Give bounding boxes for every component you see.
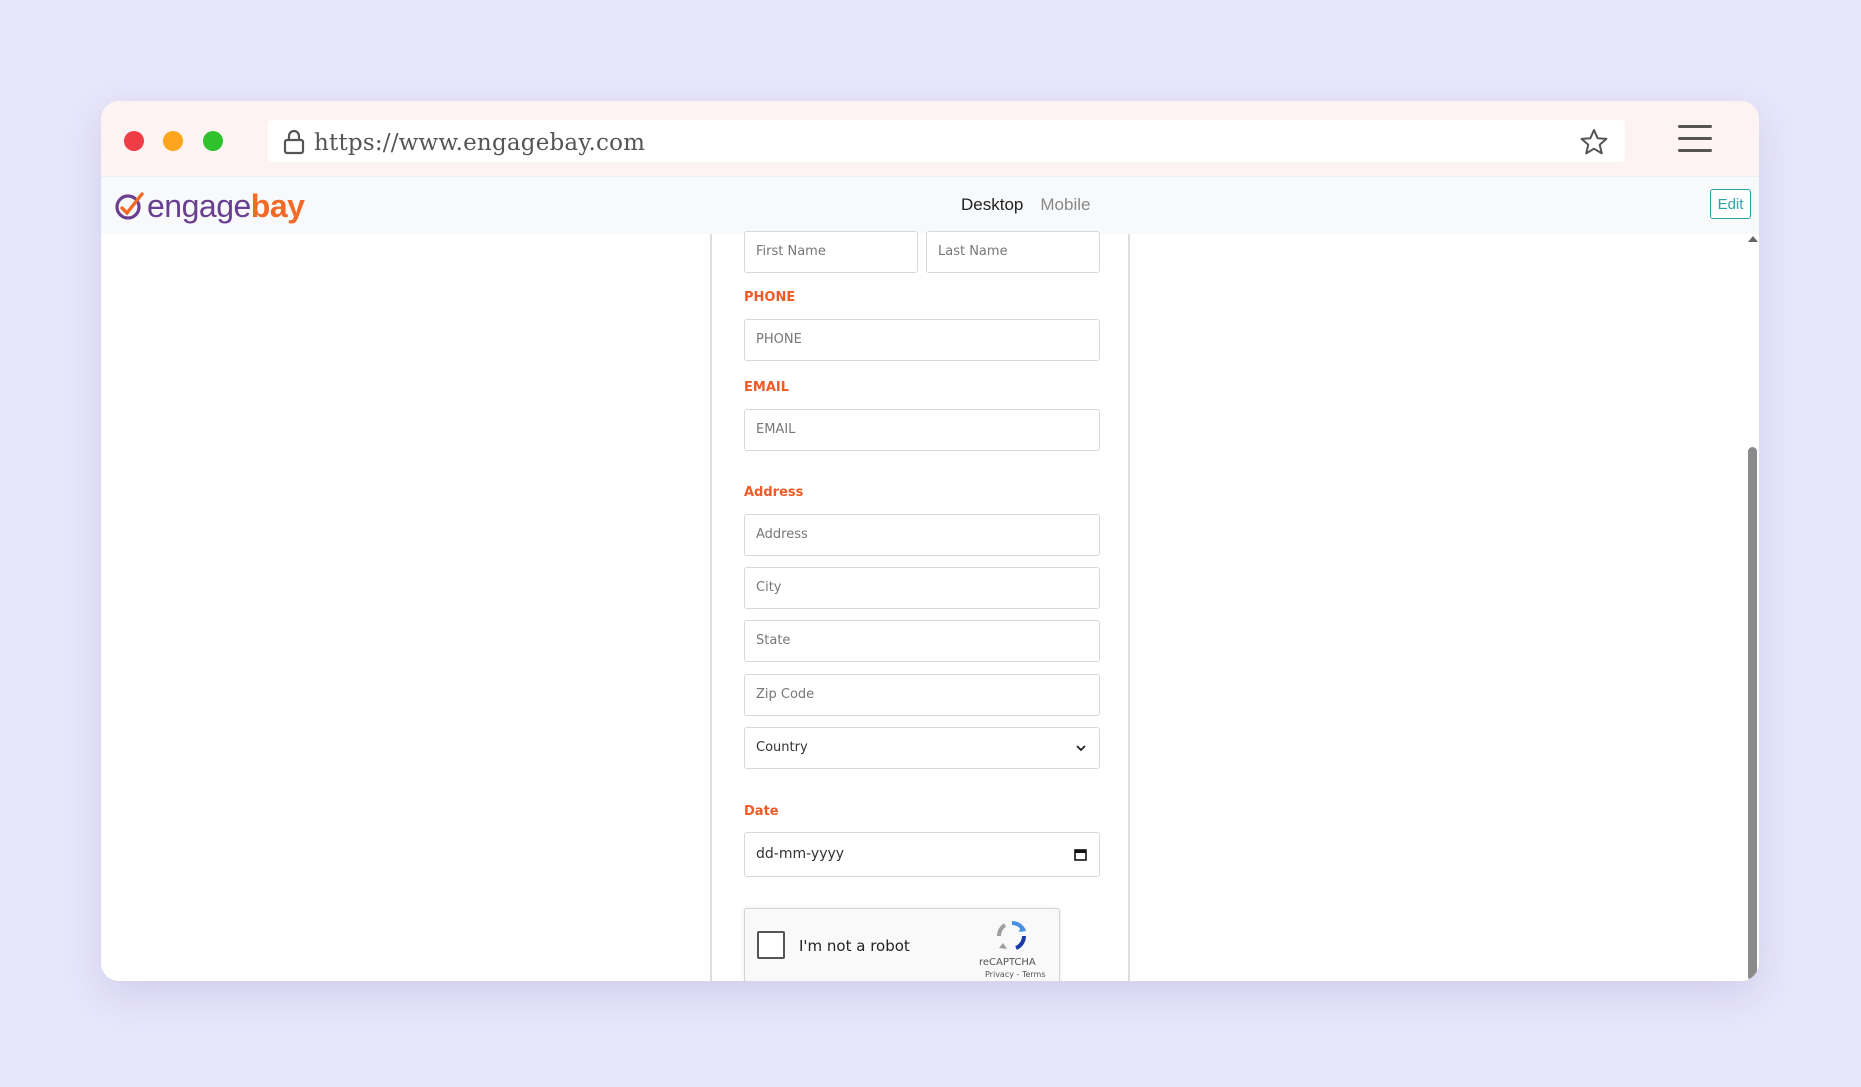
last-name-input[interactable]: Last Name xyxy=(926,231,1100,273)
view-toggle: Desktop Mobile xyxy=(961,195,1090,215)
chevron-down-icon xyxy=(1076,745,1086,752)
country-select[interactable]: Country xyxy=(744,727,1100,769)
logo-text-bay: bay xyxy=(250,187,305,224)
date-label: Date xyxy=(744,804,779,819)
scrollbar[interactable] xyxy=(1747,234,1758,981)
first-name-input[interactable]: First Name xyxy=(744,231,918,273)
star-icon[interactable] xyxy=(1579,127,1609,157)
state-input[interactable]: State xyxy=(744,620,1100,662)
recaptcha-checkbox[interactable] xyxy=(757,931,785,959)
logo-mark-icon xyxy=(115,192,144,220)
address-label: Address xyxy=(744,485,804,500)
address-input[interactable]: Address xyxy=(744,514,1100,556)
phone-label: PHONE xyxy=(744,290,796,305)
email-label: EMAIL xyxy=(744,380,789,395)
email-input[interactable]: EMAIL xyxy=(744,409,1100,451)
phone-input[interactable]: PHONE xyxy=(744,319,1100,361)
date-input-placeholder: dd-mm-yyyy xyxy=(756,846,845,862)
edit-button[interactable]: Edit xyxy=(1710,189,1751,219)
recaptcha-privacy-terms-links[interactable]: Privacy - Terms xyxy=(985,970,1046,979)
form-preview: First Name Last Name PHONE PHONE EMAIL E… xyxy=(710,231,1130,981)
address-bar[interactable]: https://www.engagebay.com xyxy=(268,120,1625,162)
tab-desktop[interactable]: Desktop xyxy=(961,195,1023,215)
browser-window: https://www.engagebay.com engage bay Desk… xyxy=(101,101,1759,981)
hamburger-menu-icon[interactable] xyxy=(1678,125,1712,153)
url-text: https://www.engagebay.com xyxy=(314,130,646,156)
minimize-window-button[interactable] xyxy=(163,131,183,151)
preview-area: First Name Last Name PHONE PHONE EMAIL E… xyxy=(101,231,1759,981)
tab-mobile[interactable]: Mobile xyxy=(1040,195,1090,215)
city-input[interactable]: City xyxy=(744,567,1100,609)
engagebay-logo: engage bay xyxy=(113,186,305,226)
maximize-window-button[interactable] xyxy=(203,131,223,151)
zip-code-input[interactable]: Zip Code xyxy=(744,674,1100,716)
browser-chrome: https://www.engagebay.com xyxy=(101,101,1759,176)
logo-text-engage: engage xyxy=(147,187,251,224)
recaptcha-label: I'm not a robot xyxy=(799,937,910,955)
date-input[interactable]: dd-mm-yyyy xyxy=(744,832,1100,877)
scrollbar-thumb[interactable] xyxy=(1748,447,1757,981)
recaptcha-icon xyxy=(996,921,1026,950)
recaptcha-brand: reCAPTCHA xyxy=(979,957,1036,968)
recaptcha-widget: I'm not a robot reCAPTCHA Privacy - Term… xyxy=(744,908,1060,981)
close-window-button[interactable] xyxy=(124,131,144,151)
editor-toolbar: engage bay Desktop Mobile Edit xyxy=(101,176,1759,235)
scroll-up-arrow-icon[interactable] xyxy=(1748,236,1758,242)
calendar-icon[interactable] xyxy=(1074,848,1087,861)
lock-icon xyxy=(283,129,305,155)
country-select-value: Country xyxy=(756,740,808,755)
